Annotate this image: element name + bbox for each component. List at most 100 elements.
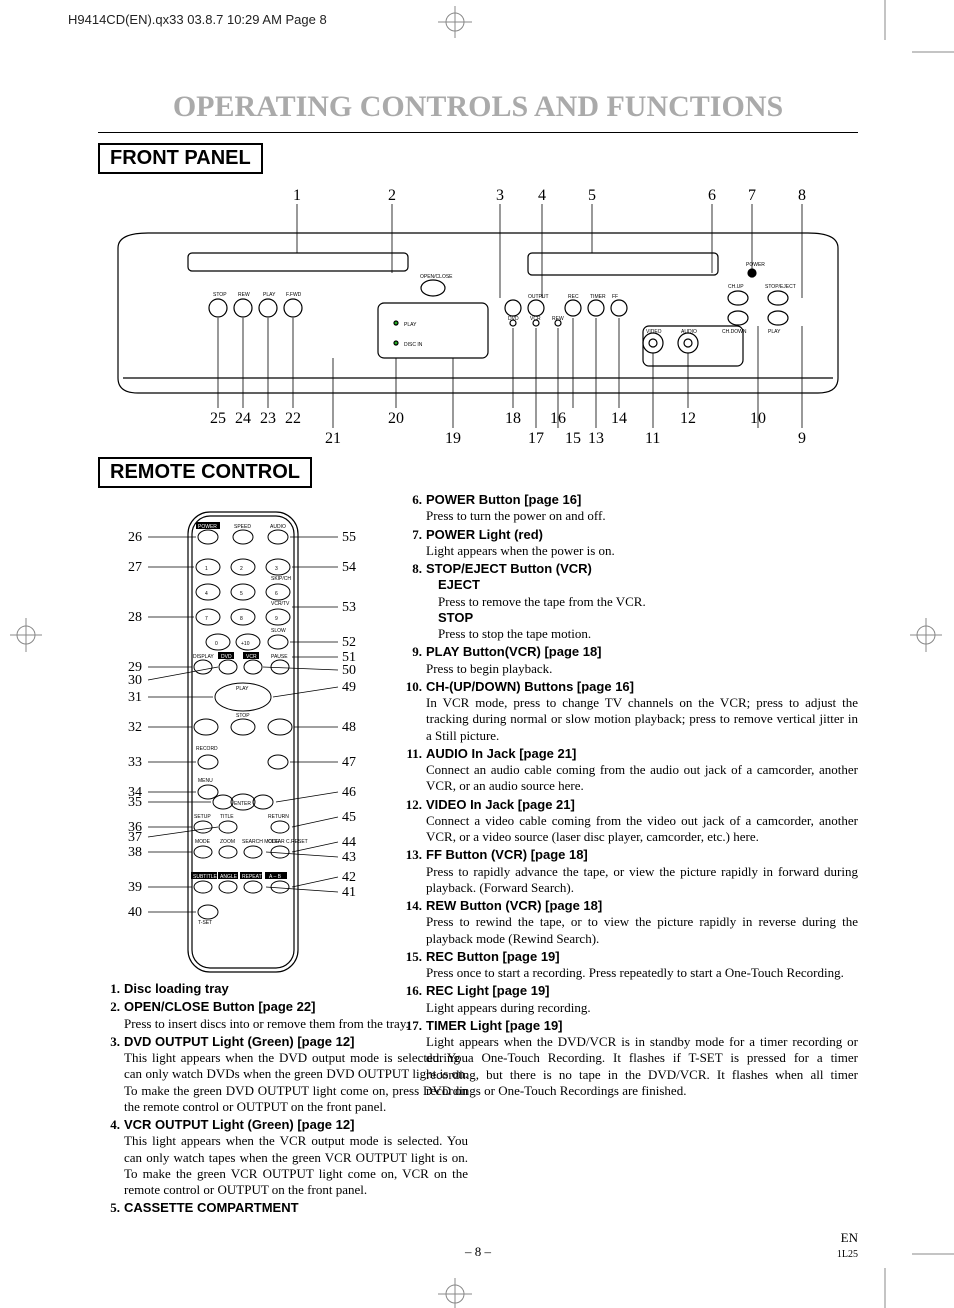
svg-text:CH.DOWN: CH.DOWN [722, 329, 747, 335]
svg-text:1: 1 [205, 566, 208, 572]
svg-text:CLEAR C.RESET: CLEAR C.RESET [268, 839, 308, 845]
svg-text:5: 5 [240, 591, 243, 597]
svg-text:SKIP/CH: SKIP/CH [271, 576, 291, 582]
svg-text:47: 47 [342, 755, 356, 770]
svg-text:DVD: DVD [221, 654, 232, 660]
svg-text:SLOW: SLOW [271, 628, 286, 634]
svg-text:6: 6 [708, 187, 716, 204]
svg-text:41: 41 [342, 885, 356, 900]
svg-text:13: 13 [588, 430, 604, 447]
svg-text:VCR: VCR [246, 654, 257, 660]
svg-text:33: 33 [128, 755, 142, 770]
svg-text:STOP: STOP [236, 713, 250, 719]
svg-text:8: 8 [798, 187, 806, 204]
svg-text:44: 44 [342, 835, 356, 850]
section-remote-control: REMOTE CONTROL [98, 457, 312, 488]
svg-text:6: 6 [275, 591, 278, 597]
svg-text:2: 2 [240, 566, 243, 572]
svg-text:OUTPUT: OUTPUT [528, 294, 549, 300]
svg-text:16: 16 [550, 410, 566, 427]
svg-text:15: 15 [565, 430, 581, 447]
divider [98, 132, 858, 133]
svg-text:39: 39 [128, 880, 142, 895]
svg-text:PLAY: PLAY [236, 686, 249, 692]
svg-text:+10: +10 [241, 641, 250, 647]
svg-text:19: 19 [445, 430, 461, 447]
svg-text:CH.UP: CH.UP [728, 284, 744, 290]
svg-text:50: 50 [342, 663, 356, 678]
page-number: – 8 – [98, 1244, 858, 1260]
svg-text:SPEED: SPEED [234, 524, 251, 530]
svg-text:REC: REC [568, 294, 579, 300]
svg-text:T-SET: T-SET [198, 920, 212, 926]
svg-text:MODE: MODE [195, 839, 211, 845]
svg-text:POWER: POWER [746, 262, 765, 268]
svg-text:VIDEO: VIDEO [646, 329, 662, 335]
svg-text:53: 53 [342, 600, 356, 615]
svg-text:DVD: DVD [508, 316, 519, 322]
svg-text:9: 9 [798, 430, 806, 447]
page-title: OPERATING CONTROLS AND FUNCTIONS [98, 90, 858, 124]
front-panel-diagram: 1 2 3 4 5 6 7 8 [98, 178, 858, 448]
svg-text:21: 21 [325, 430, 341, 447]
svg-text:0: 0 [215, 641, 218, 647]
svg-text:48: 48 [342, 720, 356, 735]
svg-text:AUDIO: AUDIO [681, 329, 697, 335]
svg-text:7: 7 [748, 187, 756, 204]
svg-text:49: 49 [342, 680, 356, 695]
svg-text:24: 24 [235, 410, 251, 427]
svg-text:RETURN: RETURN [268, 814, 289, 820]
svg-text:11: 11 [645, 430, 660, 447]
svg-text:40: 40 [128, 905, 142, 920]
svg-text:VCR/TV: VCR/TV [271, 601, 290, 607]
svg-text:FF: FF [612, 294, 618, 300]
definitions-col-right-upper: 6.POWER Button [page 16]Press to turn th… [400, 492, 858, 1101]
svg-text:45: 45 [342, 810, 356, 825]
svg-text:28: 28 [128, 610, 142, 625]
svg-text:35: 35 [128, 795, 142, 810]
svg-text:3: 3 [496, 187, 504, 204]
svg-text:AUDIO: AUDIO [270, 524, 286, 530]
svg-text:A – B: A – B [269, 874, 282, 880]
svg-text:32: 32 [128, 720, 142, 735]
svg-text:27: 27 [128, 560, 142, 575]
svg-text:26: 26 [128, 530, 142, 545]
svg-text:SETUP: SETUP [194, 814, 211, 820]
svg-text:55: 55 [342, 530, 356, 545]
svg-text:30: 30 [128, 673, 142, 688]
svg-text:REW: REW [552, 316, 564, 322]
svg-text:VCR: VCR [530, 316, 541, 322]
svg-text:2: 2 [388, 187, 396, 204]
svg-text:STOP: STOP [213, 292, 227, 298]
svg-text:46: 46 [342, 785, 356, 800]
svg-text:PLAY: PLAY [263, 292, 276, 298]
svg-text:4: 4 [205, 591, 208, 597]
svg-text:DISPLAY: DISPLAY [193, 654, 214, 660]
svg-text:9: 9 [275, 616, 278, 622]
svg-text:MENU: MENU [198, 778, 213, 784]
footer-code: EN1L25 [837, 1231, 858, 1260]
svg-text:12: 12 [680, 410, 696, 427]
svg-text:STOP/EJECT: STOP/EJECT [765, 284, 796, 290]
svg-text:23: 23 [260, 410, 276, 427]
svg-text:20: 20 [388, 410, 404, 427]
svg-text:TIMER: TIMER [590, 294, 606, 300]
svg-text:REPEAT: REPEAT [242, 874, 262, 880]
svg-text:PAUSE: PAUSE [271, 654, 288, 660]
svg-text:SUBTITLE: SUBTITLE [193, 874, 218, 880]
svg-text:ENTER: ENTER [234, 801, 251, 807]
svg-text:37: 37 [128, 830, 142, 845]
svg-text:TITLE: TITLE [220, 814, 234, 820]
definitions-col-left: 1.Disc loading tray 2.OPEN/CLOSE Button … [98, 981, 468, 1217]
svg-text:7: 7 [205, 616, 208, 622]
svg-text:ZOOM: ZOOM [220, 839, 235, 845]
svg-text:17: 17 [528, 430, 544, 447]
svg-text:POWER: POWER [198, 524, 217, 530]
svg-text:DISC IN: DISC IN [404, 342, 423, 348]
svg-text:25: 25 [210, 410, 226, 427]
svg-text:PLAY: PLAY [768, 329, 781, 335]
svg-text:42: 42 [342, 870, 356, 885]
svg-text:F.FWD: F.FWD [286, 292, 302, 298]
svg-text:31: 31 [128, 690, 142, 705]
svg-text:REW: REW [238, 292, 250, 298]
